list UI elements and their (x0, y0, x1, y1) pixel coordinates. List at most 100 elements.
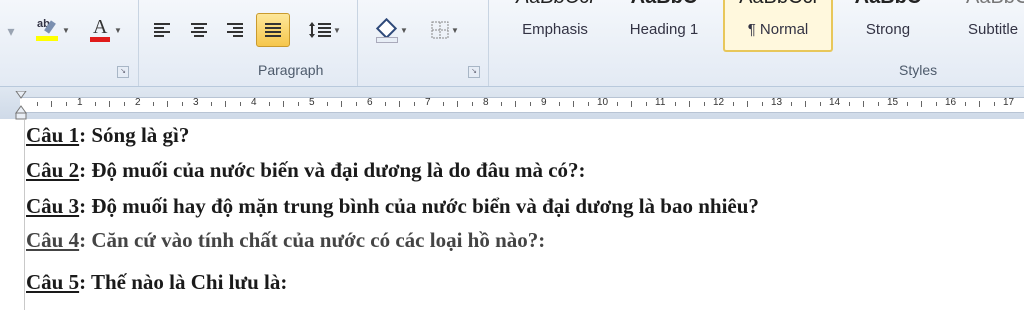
borders-button[interactable]: ▼ (422, 15, 468, 45)
ruler-tick (689, 101, 690, 107)
ruler-tick (805, 101, 806, 107)
ruler-tick (979, 101, 980, 107)
highlight-color-button[interactable]: ab ▼ (28, 15, 76, 45)
style-strong[interactable]: AaBbC Strong (836, 0, 940, 50)
ruler-tick (385, 102, 386, 106)
ruler-number: 11 (655, 97, 666, 108)
font-color-icon: A (88, 16, 112, 42)
align-left-button[interactable] (150, 17, 174, 43)
ruler-number: 16 (945, 97, 957, 108)
style-name: Subtitle (968, 21, 1019, 38)
align-right-icon (227, 23, 243, 37)
ruler-tick (559, 102, 560, 106)
align-center-icon (191, 23, 207, 37)
question-1: Câu 1: Sóng là gì? (26, 123, 189, 148)
ruler-tick (240, 102, 241, 106)
ruler-tick (457, 101, 458, 107)
question-label: Câu 3 (26, 194, 80, 218)
ruler-tick (747, 101, 748, 107)
style-name: ¶ Normal (747, 21, 809, 38)
ruler-number: 14 (829, 97, 841, 108)
ruler-tick (704, 102, 705, 106)
ruler-tick (994, 102, 995, 106)
style-heading-1[interactable]: AaBbC Heading 1 (610, 0, 718, 50)
ruler-tick (153, 102, 154, 106)
style-subtitle[interactable]: AaBbCc Subtitle (950, 0, 1024, 50)
ruler-tick (66, 102, 67, 106)
ruler-number: 5 (309, 97, 315, 108)
borders-icon (431, 21, 449, 39)
ruler-number: 10 (597, 97, 609, 108)
ruler-tick (51, 101, 52, 107)
style-preview: AaBbCcl (516, 0, 594, 9)
ruler-number: 6 (367, 97, 373, 108)
chevron-down-icon[interactable]: ▼ (62, 26, 70, 35)
ruler-tick (327, 102, 328, 106)
question-label: Câu 4 (26, 228, 80, 252)
ruler-tick (341, 101, 342, 107)
shading-button[interactable]: ▼ (368, 15, 414, 45)
document-page[interactable]: Câu 1: Sóng là gì? Câu 2: Độ muối của nư… (0, 120, 1024, 310)
style-name: Emphasis (522, 21, 588, 38)
style-emphasis[interactable]: AaBbCcl Emphasis (504, 0, 606, 50)
ruler-tick (646, 102, 647, 106)
style-name: Heading 1 (629, 21, 699, 38)
chevron-down-icon[interactable]: ▼ (451, 26, 459, 35)
left-margin-line (24, 120, 25, 310)
ruler-number: 1 (77, 97, 83, 108)
align-center-button[interactable] (187, 17, 211, 43)
ruler-tick (921, 101, 922, 107)
ruler-number: 4 (251, 97, 257, 108)
justify-button[interactable] (256, 13, 290, 47)
font-color-swatch (90, 37, 111, 42)
question-text: : Thế nào là Chi lưu là: (79, 270, 288, 294)
ruler-number: 7 (425, 97, 431, 108)
ruler-tick (791, 102, 792, 106)
ruler-number: 15 (887, 97, 899, 108)
ruler-tick (225, 101, 226, 107)
ruler-tick (356, 102, 357, 106)
ruler-strip (20, 97, 1024, 113)
question-label: Câu 1 (26, 123, 80, 147)
ruler-tick (617, 102, 618, 106)
ruler-number: 2 (135, 97, 141, 108)
ruler-tick (95, 102, 96, 106)
chevron-down-icon[interactable]: ▼ (114, 26, 122, 35)
style-preview: AaBbC (855, 0, 922, 9)
font-dialog-launcher-icon[interactable]: ↘ (117, 66, 129, 78)
ruler-tick (820, 102, 821, 106)
align-left-icon (154, 23, 170, 37)
ruler-tick (399, 101, 400, 107)
ruler-number: 9 (541, 97, 547, 108)
paragraph-dialog-launcher-icon[interactable]: ↘ (468, 66, 480, 78)
ruler-tick (443, 102, 444, 106)
ruler-tick (675, 102, 676, 106)
align-right-button[interactable] (223, 17, 247, 43)
ruler-tick (124, 102, 125, 106)
question-4: Câu 4: Căn cứ vào tính chất của nước có … (26, 228, 545, 253)
style-normal[interactable]: AaBbCcl ¶ Normal (723, 0, 833, 52)
font-color-letter: A (93, 16, 108, 38)
chevron-down-icon[interactable]: ▼ (333, 26, 341, 35)
chevron-down-icon[interactable]: ▼ (400, 26, 408, 35)
question-3: Câu 3: Độ muối hay độ mặn trung bình của… (26, 194, 759, 219)
ruler-tick (472, 102, 473, 106)
ruler-tick (501, 102, 502, 106)
font-color-button[interactable]: A ▼ (82, 15, 128, 45)
style-name: Strong (865, 21, 911, 38)
ruler-tick (414, 102, 415, 106)
style-preview: AaBbC (631, 0, 698, 9)
ruler-tick (588, 102, 589, 106)
question-2: Câu 2: Độ muối của nước biến và đại dươn… (26, 158, 586, 183)
ruler-tick (37, 102, 38, 106)
ruler-tick (936, 102, 937, 106)
ruler-tick (515, 101, 516, 107)
ruler-tick (167, 101, 168, 107)
line-spacing-button[interactable]: ▼ (305, 17, 345, 43)
question-text: : Căn cứ vào tính chất của nước có các l… (79, 228, 546, 252)
ruler-tick (863, 101, 864, 107)
indent-marker-icon[interactable] (14, 91, 28, 121)
horizontal-ruler[interactable]: 1 2 3 4 5 6 7 8 9 10 11 12 13 14 15 16 17 (0, 87, 1024, 119)
text-effects-button[interactable]: ▾ (0, 18, 22, 44)
style-preview: AaBbCc (966, 0, 1024, 9)
